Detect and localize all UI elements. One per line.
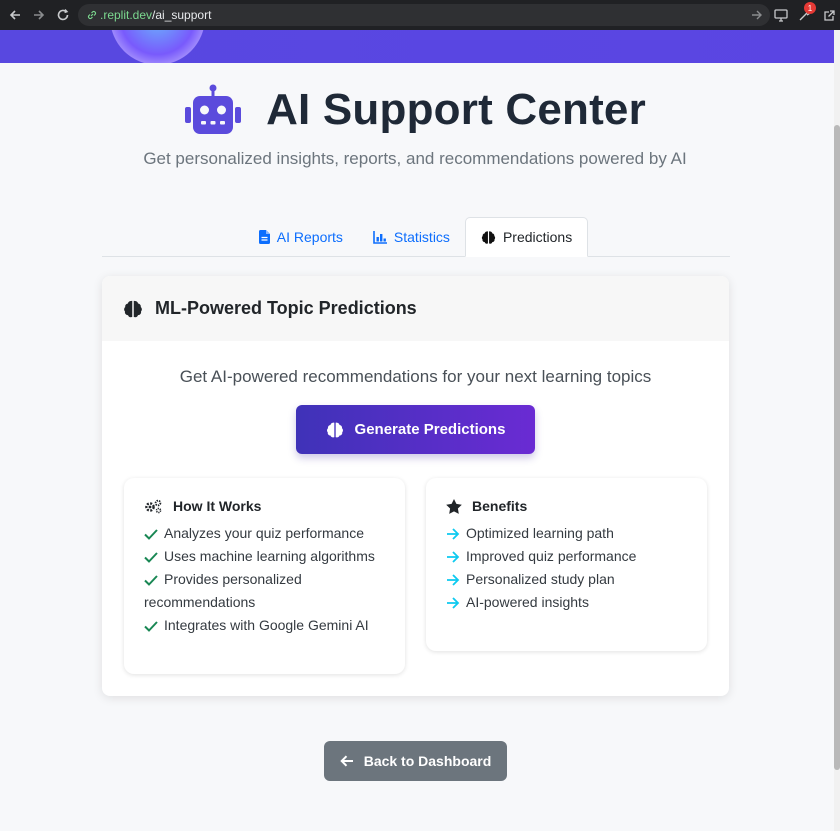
- arrow-right-icon: [447, 551, 460, 563]
- generate-predictions-button[interactable]: Generate Predictions: [296, 405, 535, 454]
- brain-icon: [326, 422, 343, 437]
- arrow-left-icon: [339, 755, 353, 767]
- star-icon: [446, 498, 462, 514]
- list-item: Provides personalized recommendations: [144, 571, 302, 610]
- arrow-right-icon: [447, 528, 460, 540]
- tab-label: AI Reports: [276, 229, 343, 245]
- url-path: /ai_support: [152, 8, 212, 22]
- tab-statistics[interactable]: Statistics: [358, 217, 465, 257]
- page-header: AI Support Center: [0, 84, 830, 136]
- how-it-works-list: Analyzes your quiz performance Uses mach…: [144, 522, 385, 637]
- page-subtitle: Get personalized insights, reports, and …: [143, 149, 687, 168]
- list-item: Integrates with Google Gemini AI: [144, 614, 385, 637]
- tab-predictions[interactable]: Predictions: [464, 217, 589, 257]
- list-item: AI-powered insights: [446, 591, 687, 614]
- list-item: Optimized learning path: [446, 522, 687, 545]
- link-icon: [87, 10, 97, 20]
- extension-icon[interactable]: 1: [796, 2, 816, 24]
- tab-bar: AI Reports Statistics Predictions: [102, 217, 730, 257]
- list-item: Analyzes your quiz performance: [144, 522, 385, 545]
- page-title: AI Support Center: [266, 85, 646, 134]
- scrollbar-thumb[interactable]: [834, 125, 840, 770]
- browser-toolbar: .replit.dev/ai_support 1: [0, 0, 840, 30]
- list-item: Personalized study plan: [446, 568, 687, 591]
- reload-icon[interactable]: [54, 6, 72, 24]
- tab-label: Statistics: [393, 229, 450, 245]
- card-lead-text: Get AI-powered recommendations for your …: [179, 367, 652, 386]
- check-icon: [144, 621, 158, 632]
- check-icon: [144, 552, 158, 563]
- forward-arrow-icon[interactable]: [30, 6, 48, 24]
- check-icon: [144, 575, 158, 586]
- benefits-title: Benefits: [472, 498, 528, 514]
- predictions-card: ML-Powered Topic Predictions Get AI-powe…: [102, 276, 729, 696]
- robot-icon: [185, 84, 242, 134]
- card-header: ML-Powered Topic Predictions: [102, 276, 729, 341]
- card-title: ML-Powered Topic Predictions: [155, 298, 417, 318]
- arrow-right-icon: [447, 574, 460, 586]
- benefits-panel: Benefits Optimized learning path Improve…: [426, 478, 707, 651]
- address-bar[interactable]: .replit.dev/ai_support: [78, 4, 770, 26]
- open-external-icon[interactable]: [820, 6, 838, 24]
- brain-icon: [124, 300, 142, 317]
- gears-icon: [145, 499, 162, 513]
- benefits-list: Optimized learning path Improved quiz pe…: [446, 522, 687, 614]
- how-it-works-title: How It Works: [173, 498, 262, 514]
- top-navbar-strip: [0, 30, 834, 63]
- bar-chart-icon: [373, 230, 387, 244]
- monitor-icon[interactable]: [772, 6, 790, 24]
- how-it-works-panel: How It Works Analyzes your quiz performa…: [124, 478, 405, 674]
- check-icon: [144, 529, 158, 540]
- brain-icon: [481, 230, 496, 244]
- app-logo: [110, 30, 205, 63]
- back-to-dashboard-button[interactable]: Back to Dashboard: [324, 741, 507, 781]
- list-item: Improved quiz performance: [446, 545, 687, 568]
- share-arrow-icon[interactable]: [748, 6, 766, 24]
- tab-label: Predictions: [502, 229, 573, 245]
- generate-predictions-label: Generate Predictions: [354, 421, 506, 438]
- tab-ai-reports[interactable]: AI Reports: [244, 217, 358, 257]
- back-arrow-icon[interactable]: [6, 6, 24, 24]
- notification-badge: 1: [804, 2, 816, 14]
- file-icon: [258, 230, 270, 244]
- back-to-dashboard-label: Back to Dashboard: [363, 753, 492, 769]
- list-item: Uses machine learning algorithms: [144, 545, 385, 568]
- arrow-right-icon: [447, 597, 460, 609]
- url-host: .replit.dev: [100, 8, 153, 22]
